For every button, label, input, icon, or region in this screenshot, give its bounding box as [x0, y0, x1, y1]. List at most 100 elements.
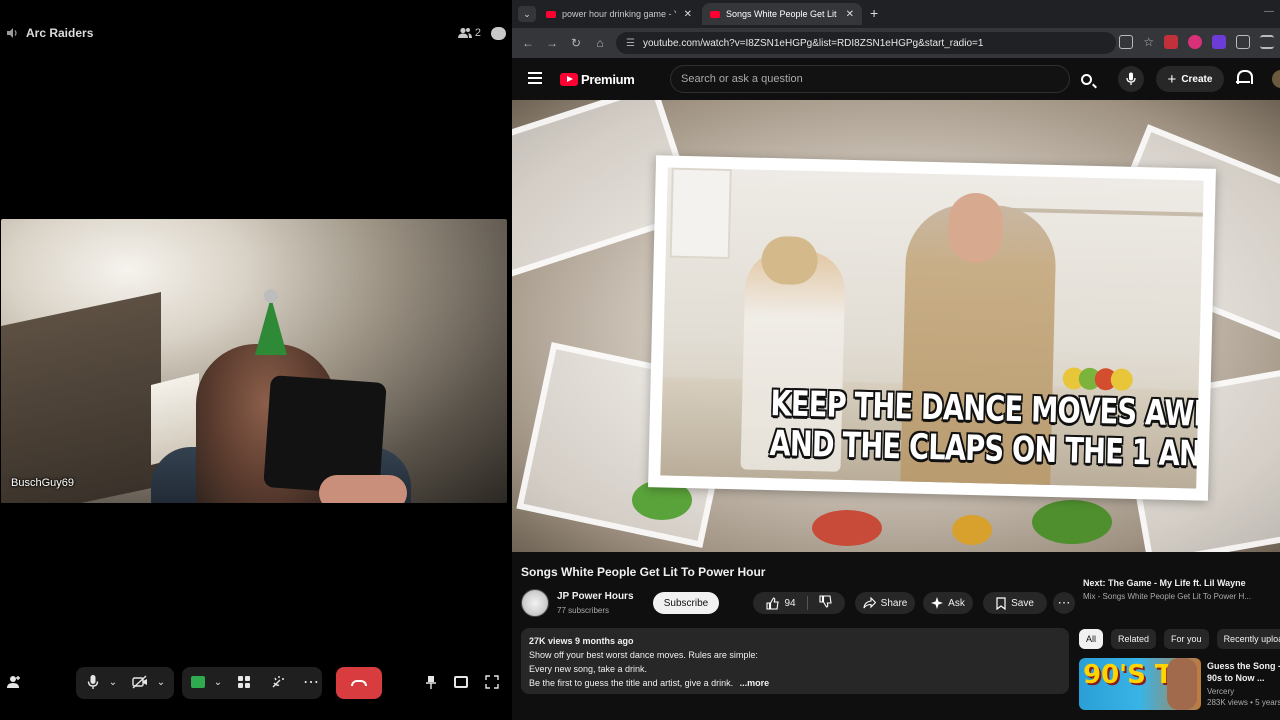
- more-icon[interactable]: ⋯: [300, 664, 322, 700]
- chip-related[interactable]: Related: [1111, 629, 1157, 649]
- participant-count: 2: [474, 27, 481, 39]
- tab-strip: ⌄ power hour drinking game - YouTube ✕ S…: [512, 0, 1280, 28]
- like-separator: [806, 596, 808, 610]
- call-panel: Arc Raiders 2 BuschGuy69 ⌄ ⌄ ⌄ ⋯: [0, 0, 512, 720]
- show-more-link[interactable]: ...more: [740, 678, 770, 688]
- channel-row: JP Power Hours 77 subscribers Subscribe …: [521, 588, 1076, 618]
- participants-button[interactable]: 2: [457, 27, 481, 39]
- tab-search-icon[interactable]: ⌄: [518, 6, 536, 22]
- chevron-down-icon[interactable]: ⌄: [153, 664, 169, 700]
- video-player[interactable]: KEEP THE DANCE MOVES AWFUL AND THE CLAPS…: [512, 100, 1280, 552]
- chevron-down-icon[interactable]: ⌄: [210, 664, 226, 700]
- share-button[interactable]: Share: [855, 592, 915, 614]
- recommended-channel: Vercery: [1207, 687, 1235, 696]
- address-bar[interactable]: ☰ youtube.com/watch?v=I8ZSN1eHGPg&list=R…: [616, 32, 1116, 54]
- browser-window: ⌄ power hour drinking game - YouTube ✕ S…: [512, 0, 1280, 720]
- subscribe-button[interactable]: Subscribe: [653, 592, 719, 614]
- chevron-down-icon[interactable]: ⌄: [105, 664, 121, 700]
- up-next-panel[interactable]: Next: The Game - My Life ft. Lil Wayne M…: [1083, 578, 1280, 601]
- soundboard-icon[interactable]: [268, 664, 288, 700]
- recommended-video-title[interactable]: Guess the Song - 90s to Now ...: [1207, 660, 1280, 684]
- dislike-button[interactable]: [819, 595, 832, 611]
- youtube-favicon-icon: [710, 10, 720, 18]
- install-app-icon[interactable]: [1119, 35, 1134, 49]
- home-icon[interactable]: ⌂: [588, 36, 612, 50]
- close-icon[interactable]: ✕: [684, 9, 692, 20]
- title-line: Guess the Song -: [1207, 661, 1280, 671]
- save-button[interactable]: Save: [983, 592, 1047, 614]
- youtube-premium-logo[interactable]: Premium: [560, 72, 635, 87]
- recommended-video-thumbnail[interactable]: 90'S TO: [1079, 658, 1201, 710]
- tab-power-hour-search[interactable]: power hour drinking game - YouTube ✕: [538, 3, 700, 25]
- mix-title: Mix - Songs White People Get Lit To Powe…: [1083, 592, 1251, 601]
- video-caption-text: KEEP THE DANCE MOVES AWFUL AND THE CLAPS…: [769, 384, 1204, 476]
- reload-icon[interactable]: ↻: [564, 36, 588, 50]
- view-stats: 27K views 9 months ago: [529, 636, 634, 646]
- ask-label: Ask: [948, 597, 965, 609]
- hang-up-button[interactable]: [336, 667, 382, 699]
- like-button[interactable]: 94: [766, 596, 796, 610]
- create-button[interactable]: + Create: [1156, 66, 1224, 92]
- more-actions-button[interactable]: ⋯: [1053, 592, 1075, 614]
- site-info-icon[interactable]: ☰: [626, 38, 635, 49]
- chip-for-you[interactable]: For you: [1164, 629, 1209, 649]
- search-icon: [1080, 73, 1092, 85]
- video-backdrop-produce: [1032, 500, 1112, 544]
- add-user-icon[interactable]: [4, 664, 24, 700]
- chip-recently-uploaded[interactable]: Recently uploaded: [1216, 629, 1280, 649]
- bookmark-star-icon[interactable]: ☆: [1143, 35, 1154, 49]
- new-tab-icon[interactable]: +: [870, 5, 878, 21]
- description-box[interactable]: 27K views 9 months ago Show off your bes…: [521, 628, 1069, 694]
- woman-hair: [761, 235, 819, 286]
- description-line: Be the first to guess the title and arti…: [529, 678, 734, 688]
- extensions-puzzle-icon[interactable]: [1236, 35, 1250, 49]
- plus-icon: +: [1167, 70, 1177, 88]
- notifications-bell-icon[interactable]: [1236, 70, 1253, 86]
- party-hat: [255, 297, 287, 355]
- fullscreen-icon[interactable]: [483, 664, 501, 700]
- logo-text: Premium: [581, 72, 635, 87]
- like-dislike-group: 94: [753, 592, 845, 614]
- chat-icon[interactable]: [491, 26, 506, 40]
- description-line: Show off your best worst dance moves. Ru…: [529, 650, 758, 660]
- pin-icon[interactable]: [422, 664, 440, 700]
- share-label: Share: [880, 597, 908, 609]
- forward-icon[interactable]: →: [540, 36, 564, 50]
- channel-avatar[interactable]: [521, 589, 549, 617]
- sparkle-icon: [931, 597, 944, 609]
- microphone-icon: [1126, 72, 1136, 85]
- speaker-icon: [6, 26, 20, 40]
- camera-off-icon[interactable]: [130, 664, 150, 700]
- popout-icon[interactable]: [452, 664, 470, 700]
- extension-icon[interactable]: [1164, 35, 1178, 49]
- search-button[interactable]: [1072, 66, 1100, 92]
- extension-icon[interactable]: [1212, 35, 1226, 49]
- search-input[interactable]: Search or ask a question: [670, 65, 1070, 93]
- screen-share-icon[interactable]: [188, 664, 208, 700]
- menu-icon[interactable]: [528, 72, 542, 84]
- ask-button[interactable]: Ask: [923, 592, 973, 614]
- participant-video-tile[interactable]: BuschGuy69: [1, 219, 507, 503]
- back-icon[interactable]: ←: [516, 36, 540, 50]
- reading-list-icon[interactable]: [1260, 35, 1274, 49]
- man-head: [947, 192, 1004, 264]
- close-icon[interactable]: ✕: [846, 9, 854, 20]
- tab-label: power hour drinking game - YouTube: [562, 9, 676, 19]
- up-next-title: Next: The Game - My Life ft. Lil Wayne: [1083, 578, 1246, 588]
- tab-current-video[interactable]: Songs White People Get Lit To Power Hour…: [702, 3, 862, 25]
- video-title: Songs White People Get Lit To Power Hour: [521, 565, 766, 579]
- thumbs-up-icon: [766, 596, 780, 610]
- thumbs-down-icon: [819, 595, 832, 608]
- channel-name[interactable]: JP Power Hours: [557, 591, 634, 602]
- recommended-stats: 283K views • 5 years ago: [1207, 698, 1280, 707]
- call-controls: ⌄ ⌄ ⌄ ⋯: [0, 664, 512, 702]
- minimize-icon[interactable]: —: [1264, 6, 1274, 17]
- party-hat-pompom: [264, 289, 278, 303]
- voice-search-button[interactable]: [1118, 66, 1144, 92]
- activity-icon[interactable]: [234, 664, 254, 700]
- recommended-video-meta: Vercery 283K views • 5 years ago: [1207, 686, 1280, 708]
- extension-icon[interactable]: [1188, 35, 1202, 49]
- account-avatar[interactable]: [1272, 70, 1280, 88]
- microphone-icon[interactable]: [84, 664, 102, 700]
- chip-all[interactable]: All: [1079, 629, 1104, 649]
